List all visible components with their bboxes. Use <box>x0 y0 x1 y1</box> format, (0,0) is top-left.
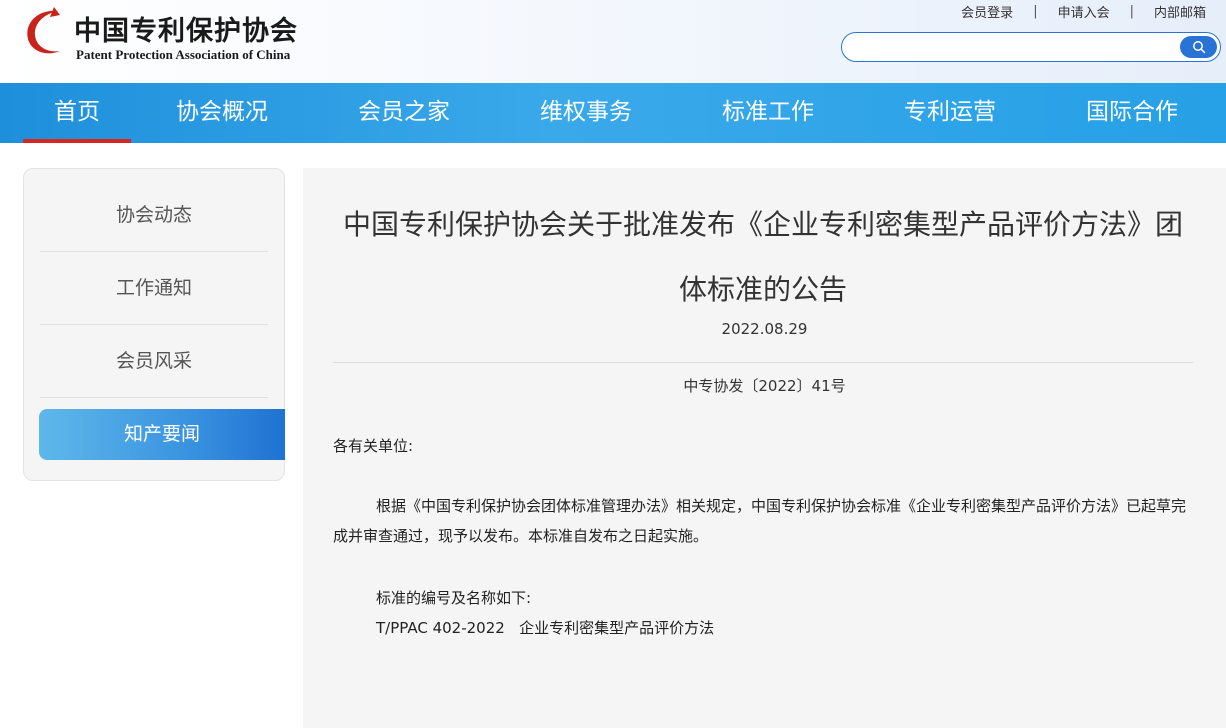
nav-international[interactable]: 国际合作 <box>1072 83 1192 143</box>
article-panel: 中国专利保护协会关于批准发布《企业专利密集型产品评价方法》团体标准的公告 202… <box>303 168 1226 728</box>
sidebar-item-news[interactable]: 协会动态 <box>40 179 268 252</box>
link-separator: | <box>1129 4 1134 19</box>
article-title: 中国专利保护协会关于批准发布《企业专利密集型产品评价方法》团体标准的公告 <box>342 208 1183 306</box>
top-links: 会员登录 | 申请入会 | 内部邮箱 <box>961 2 1206 21</box>
nav-operations[interactable]: 专利运营 <box>890 83 1010 143</box>
standard-entry: T/PPAC 402-2022 企业专利密集型产品评价方法 <box>376 619 715 637</box>
article-body: 根据《中国专利保护协会团体标准管理办法》相关规定，中国专利保护协会标准《企业专利… <box>333 497 1187 545</box>
nav-home[interactable]: 首页 <box>23 83 131 143</box>
salutation: 各有关单位: <box>333 437 414 455</box>
logo-title-en: Patent Protection Association of China <box>76 47 291 62</box>
site-header: 中国专利保护协会 Patent Protection Association o… <box>0 0 1226 83</box>
main-nav: 首页 协会概况 会员之家 维权事务 标准工作 专利运营 国际合作 <box>0 83 1226 143</box>
sidebar-item-members[interactable]: 会员风采 <box>40 325 268 398</box>
sidebar-item-notices[interactable]: 工作通知 <box>40 252 268 325</box>
search-box <box>841 32 1221 62</box>
search-input[interactable] <box>854 37 1178 59</box>
link-separator: | <box>1033 4 1038 19</box>
apply-membership-link[interactable]: 申请入会 <box>1058 2 1110 21</box>
title-divider <box>333 362 1193 363</box>
sidebar: 协会动态 工作通知 会员风采 知产要闻 <box>23 168 285 481</box>
document-number: 中专协发〔2022〕41号 <box>683 377 846 395</box>
site-logo[interactable]: 中国专利保护协会 Patent Protection Association o… <box>22 5 322 65</box>
sidebar-item-ip-news[interactable]: 知产要闻 <box>39 409 285 460</box>
nav-members[interactable]: 会员之家 <box>344 83 464 143</box>
standard-list-intro: 标准的编号及名称如下: <box>376 589 532 607</box>
internal-mail-link[interactable]: 内部邮箱 <box>1154 2 1206 21</box>
search-icon <box>1193 41 1206 54</box>
nav-about[interactable]: 协会概况 <box>162 83 282 143</box>
logo-title-cn: 中国专利保护协会 <box>74 16 298 47</box>
article-date: 2022.08.29 <box>721 320 808 338</box>
search-button[interactable] <box>1180 36 1217 58</box>
logo-emblem-icon <box>27 7 60 54</box>
nav-rights[interactable]: 维权事务 <box>526 83 646 143</box>
nav-standards[interactable]: 标准工作 <box>708 83 828 143</box>
member-login-link[interactable]: 会员登录 <box>961 2 1013 21</box>
